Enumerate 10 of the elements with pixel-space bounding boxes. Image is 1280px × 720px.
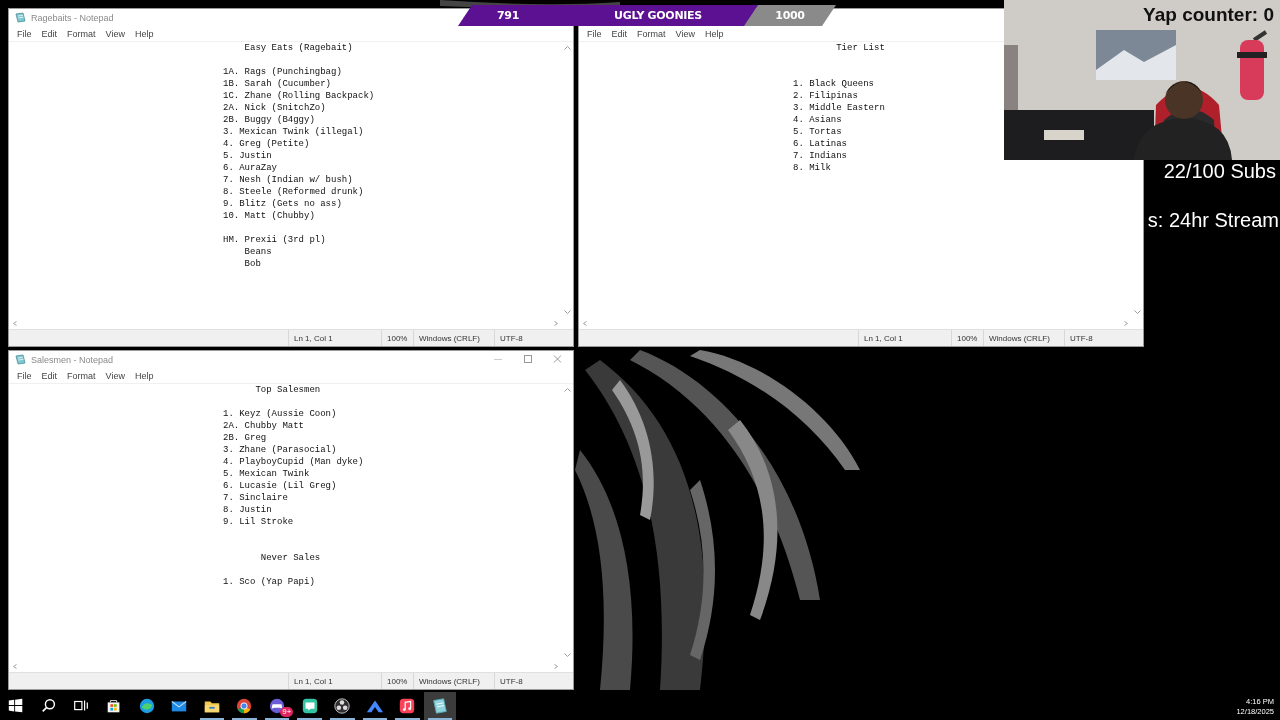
notepad-icon [431,697,449,715]
record-icon [333,697,352,715]
taskbar-button[interactable] [423,692,457,720]
music-icon [398,697,417,715]
chat-icon [300,697,319,715]
taskbar-button[interactable]: 9+ [260,692,294,720]
notification-badge: 9+ [280,707,294,717]
browser-icon [235,697,254,715]
browser-icon [137,697,156,715]
search-icon [39,697,58,715]
